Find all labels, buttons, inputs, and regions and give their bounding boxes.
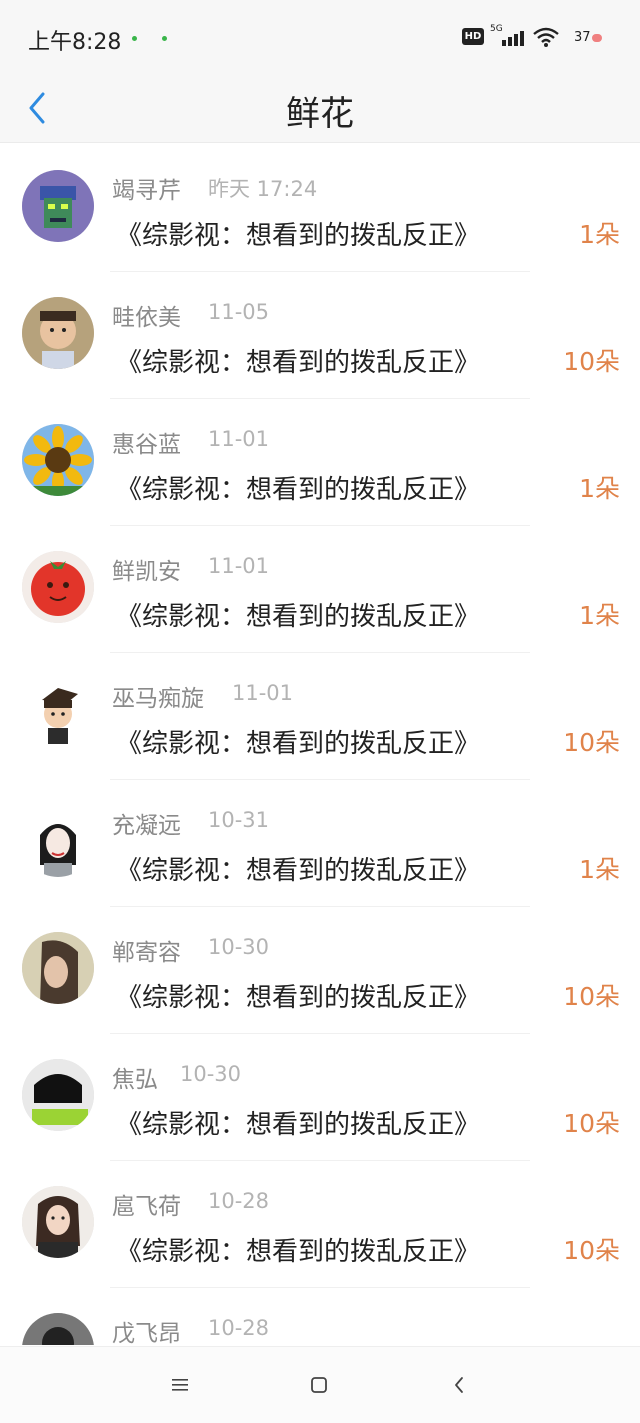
gift-date: 11-05: [208, 300, 270, 324]
flower-list: 竭寻芹 昨天 17:24 《综影视：想看到的拨乱反正》 1朵 畦依美 11-05…: [0, 145, 640, 1345]
wifi-icon: [533, 27, 559, 47]
work-title[interactable]: 《综影视：想看到的拨乱反正》: [116, 1104, 480, 1141]
user-name: 鲜凯安: [112, 559, 181, 585]
user-name: 焦弘: [112, 1067, 158, 1093]
gift-date: 昨天 17:24: [208, 177, 318, 201]
avatar[interactable]: [22, 932, 94, 1004]
list-item[interactable]: 充凝远 10-31 《综影视：想看到的拨乱反正》 1朵: [0, 780, 640, 907]
gift-date: 10-30: [208, 935, 270, 959]
list-item[interactable]: 畦依美 11-05 《综影视：想看到的拨乱反正》 10朵: [0, 272, 640, 399]
menu-icon: [172, 1379, 188, 1391]
work-title[interactable]: 《综影视：想看到的拨乱反正》: [116, 723, 480, 760]
gift-date: 10-28: [208, 1316, 270, 1340]
avatar[interactable]: [22, 1059, 94, 1131]
user-name: 巫马痴旋: [112, 686, 204, 712]
user-name: 充凝远: [112, 813, 181, 839]
avatar[interactable]: [22, 678, 94, 750]
list-item[interactable]: 戊飞昂 10-28: [0, 1288, 640, 1345]
status-bar: 上午8:28 HD 5G 37: [0, 0, 640, 72]
work-title[interactable]: 《综影视：想看到的拨乱反正》: [116, 469, 480, 506]
avatar[interactable]: [22, 170, 94, 242]
work-title[interactable]: 《综影视：想看到的拨乱反正》: [116, 977, 480, 1014]
gift-date: 11-01: [208, 554, 270, 578]
flower-count: 10朵: [563, 982, 620, 1011]
user-name: 戊飞昂: [112, 1321, 181, 1345]
avatar[interactable]: [22, 551, 94, 623]
avatar[interactable]: [22, 1313, 94, 1345]
status-time: 上午8:28: [28, 30, 122, 55]
flower-count: 1朵: [579, 474, 620, 503]
flower-count: 1朵: [579, 855, 620, 884]
flower-count: 1朵: [579, 601, 620, 630]
user-name: 惠谷蓝: [112, 432, 181, 458]
home-icon: [311, 1377, 327, 1393]
user-name: 畦依美: [112, 305, 181, 331]
list-item[interactable]: 竭寻芹 昨天 17:24 《综影视：想看到的拨乱反正》 1朵: [0, 145, 640, 272]
gift-date: 10-30: [180, 1062, 242, 1086]
avatar[interactable]: [22, 424, 94, 496]
user-name: 竭寻芹: [112, 178, 181, 204]
flower-count: 10朵: [563, 1236, 620, 1265]
system-nav-bar: [0, 1346, 640, 1423]
app-header: 鲜花: [0, 72, 640, 143]
work-title[interactable]: 《综影视：想看到的拨乱反正》: [116, 1231, 480, 1268]
list-item[interactable]: 巫马痴旋 11-01 《综影视：想看到的拨乱反正》 10朵: [0, 653, 640, 780]
gift-date: 10-28: [208, 1189, 270, 1213]
avatar[interactable]: [22, 297, 94, 369]
notification-dot-icon: [132, 36, 137, 41]
work-title[interactable]: 《综影视：想看到的拨乱反正》: [116, 850, 480, 887]
flower-count: 10朵: [563, 728, 620, 757]
user-name: 扈飞荷: [112, 1194, 181, 1220]
battery-icon: [592, 34, 602, 42]
chevron-left-icon: [455, 1377, 463, 1393]
user-name: 郸寄容: [112, 940, 181, 966]
back-nav-button[interactable]: [447, 1373, 471, 1397]
flower-count: 1朵: [579, 220, 620, 249]
notification-dot-icon: [162, 36, 167, 41]
flower-count: 10朵: [563, 347, 620, 376]
battery-level: 37: [574, 30, 591, 45]
list-item[interactable]: 焦弘 10-30 《综影视：想看到的拨乱反正》 10朵: [0, 1034, 640, 1161]
network-type: 5G: [490, 24, 503, 34]
home-button[interactable]: [307, 1373, 331, 1397]
list-item[interactable]: 扈飞荷 10-28 《综影视：想看到的拨乱反正》 10朵: [0, 1161, 640, 1288]
gift-date: 10-31: [208, 808, 270, 832]
flower-count: 10朵: [563, 1109, 620, 1138]
hd-icon: HD: [462, 28, 484, 45]
list-item[interactable]: 惠谷蓝 11-01 《综影视：想看到的拨乱反正》 1朵: [0, 399, 640, 526]
gift-date: 11-01: [208, 427, 270, 451]
work-title[interactable]: 《综影视：想看到的拨乱反正》: [116, 215, 480, 252]
list-item[interactable]: 鲜凯安 11-01 《综影视：想看到的拨乱反正》 1朵: [0, 526, 640, 653]
work-title[interactable]: 《综影视：想看到的拨乱反正》: [116, 596, 480, 633]
signal-icon: 5G: [490, 24, 526, 48]
work-title[interactable]: 《综影视：想看到的拨乱反正》: [116, 342, 480, 379]
avatar[interactable]: [22, 805, 94, 877]
gift-date: 11-01: [232, 681, 294, 705]
page-title: 鲜花: [286, 94, 354, 134]
menu-button[interactable]: [168, 1373, 192, 1397]
list-item[interactable]: 郸寄容 10-30 《综影视：想看到的拨乱反正》 10朵: [0, 907, 640, 1034]
avatar[interactable]: [22, 1186, 94, 1258]
